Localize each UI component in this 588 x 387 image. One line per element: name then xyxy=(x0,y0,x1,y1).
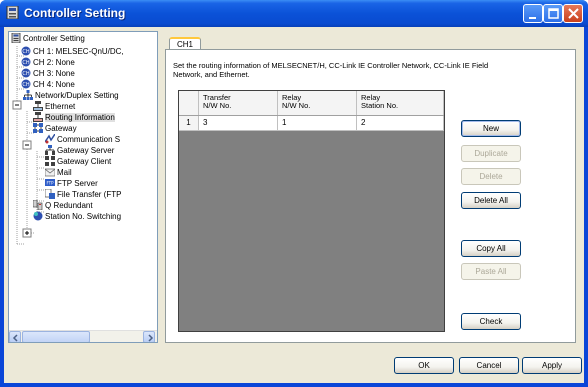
column-header-transfer-nw-no[interactable]: Transfer N/W No. xyxy=(199,91,278,115)
cell-relay-nw-no[interactable]: 1 xyxy=(278,116,357,130)
scroll-right-button[interactable] xyxy=(143,331,155,342)
redundant-icon xyxy=(33,200,43,210)
apply-button[interactable]: Apply xyxy=(522,357,582,374)
computer-icon xyxy=(33,101,43,111)
svg-text:CH: CH xyxy=(22,60,29,66)
tree-item-ftp-server[interactable]: FTP FTP Server xyxy=(45,178,98,189)
table-row[interactable]: 1 3 1 2 xyxy=(179,116,444,131)
tree-item-ch3[interactable]: CH CH 3: None xyxy=(21,68,75,79)
tree-item-communication-setting[interactable]: Communication S xyxy=(45,134,120,145)
row-number-header xyxy=(179,91,199,115)
minimize-button[interactable] xyxy=(523,4,543,23)
window-title: Controller Setting xyxy=(24,6,126,20)
scroll-left-button[interactable] xyxy=(9,331,21,342)
column-header-relay-station-no[interactable]: Relay Station No. xyxy=(357,91,444,115)
duplicate-button[interactable]: Duplicate xyxy=(461,145,521,162)
chevron-right-icon xyxy=(148,334,154,342)
ftp-icon: FTP xyxy=(45,179,55,186)
tree-item-ethernet[interactable]: Ethernet xyxy=(33,101,75,112)
tree-item-station-no-switching[interactable]: Station No. Switching xyxy=(33,211,121,222)
channel-icon: CH xyxy=(21,68,31,78)
tree-item-gateway-client[interactable]: Gateway Client xyxy=(45,156,111,167)
tree-item-ch4[interactable]: CH CH 4: None xyxy=(21,79,75,90)
client-icon xyxy=(45,156,55,166)
channel-icon: CH xyxy=(21,79,31,89)
mail-icon xyxy=(45,168,55,177)
plc-icon xyxy=(11,33,21,43)
maximize-button[interactable] xyxy=(543,4,563,23)
svg-text:CH: CH xyxy=(22,82,29,88)
svg-text:CH: CH xyxy=(22,49,29,55)
delete-all-button[interactable]: Delete All xyxy=(461,192,521,209)
table-header: Transfer N/W No. Relay N/W No. Relay Sta… xyxy=(179,91,444,116)
tree-horizontal-scrollbar[interactable] xyxy=(9,330,157,342)
chevron-left-icon xyxy=(12,334,18,342)
close-button[interactable] xyxy=(563,4,583,23)
gateway-icon xyxy=(33,123,43,133)
svg-text:FTP: FTP xyxy=(46,181,54,186)
channel-icon: CH xyxy=(21,46,31,56)
tree-item-gateway[interactable]: Gateway xyxy=(33,123,77,134)
routing-icon xyxy=(33,112,43,122)
tree-item-routing-information[interactable]: Routing Information xyxy=(33,112,115,123)
column-header-relay-nw-no[interactable]: Relay N/W No. xyxy=(278,91,357,115)
routing-table[interactable]: Transfer N/W No. Relay N/W No. Relay Sta… xyxy=(178,90,445,332)
cell-transfer-nw-no[interactable]: 3 xyxy=(199,116,278,130)
settings-tree[interactable]: Controller Setting CH CH 1: MELSEC-QnU/DC… xyxy=(8,31,158,343)
tree-item-file-transfer[interactable]: File Transfer (FTP xyxy=(45,189,121,200)
svg-text:CH: CH xyxy=(22,71,29,77)
tree-item-q-redundant[interactable]: Q Redundant xyxy=(33,200,93,211)
paste-all-button[interactable]: Paste All xyxy=(461,263,521,280)
dialog-client-area: Controller Setting CH CH 1: MELSEC-QnU/DC… xyxy=(4,27,584,383)
communication-icon xyxy=(45,134,55,144)
cell-relay-station-no[interactable]: 2 xyxy=(357,116,444,130)
tree-item-ch1[interactable]: CH CH 1: MELSEC-QnU/DC, xyxy=(21,46,124,57)
tree-item-ch2[interactable]: CH CH 2: None xyxy=(21,57,75,68)
cancel-button[interactable]: Cancel xyxy=(459,357,519,374)
file-transfer-icon xyxy=(45,189,55,199)
tree-item-network-duplex-setting[interactable]: Network/Duplex Setting xyxy=(23,90,119,101)
channel-icon: CH xyxy=(21,57,31,67)
copy-all-button[interactable]: Copy All xyxy=(461,240,521,257)
tree-item-gateway-server[interactable]: Gateway Server xyxy=(45,145,114,156)
title-bar[interactable]: Controller Setting xyxy=(0,0,588,27)
routing-description: Set the routing information of MELSECNET… xyxy=(173,61,489,79)
new-button[interactable]: New xyxy=(461,120,521,137)
close-icon xyxy=(568,8,579,19)
controller-setting-window: Controller Setting Controller Setting CH… xyxy=(0,0,588,387)
maximize-icon xyxy=(548,8,559,19)
station-icon xyxy=(33,211,43,221)
check-button[interactable]: Check xyxy=(461,313,521,330)
tree-item-controller-setting[interactable]: Controller Setting xyxy=(11,33,85,44)
delete-button[interactable]: Delete xyxy=(461,168,521,185)
network-icon xyxy=(23,90,33,100)
scroll-thumb[interactable] xyxy=(22,331,90,342)
minimize-icon xyxy=(529,17,536,19)
routing-tab-page: Set the routing information of MELSECNET… xyxy=(165,49,576,343)
server-icon xyxy=(45,145,55,155)
ok-button[interactable]: OK xyxy=(394,357,454,374)
plc-app-icon xyxy=(6,6,19,19)
row-number: 1 xyxy=(179,116,199,130)
tree-item-mail[interactable]: Mail xyxy=(45,167,72,178)
